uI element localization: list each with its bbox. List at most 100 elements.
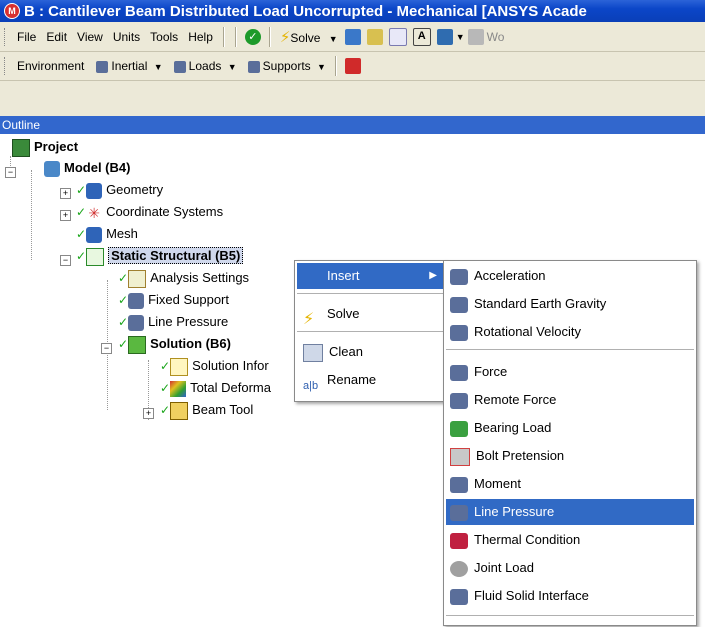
submenu-joint-load-label: Joint Load <box>474 560 534 575</box>
check-mark-icon: ✓ <box>160 381 171 395</box>
project-icon <box>12 138 30 157</box>
expand-geometry-toggle[interactable]: + <box>60 188 71 199</box>
submenu-arrow-icon: ▶ <box>429 270 437 281</box>
check-icon[interactable]: ✓ <box>244 29 261 45</box>
tree-item-analysis-settings-label: Analysis Settings <box>150 270 250 285</box>
force-icon <box>450 364 468 381</box>
submenu-standard-earth-gravity-label: Standard Earth Gravity <box>474 296 607 311</box>
solve-button[interactable]: ⚡Solve ▼ <box>276 28 342 46</box>
tree-item-solution-information[interactable]: ✓ Solution Infor <box>160 356 269 376</box>
context-menu-clean[interactable]: Clean <box>297 339 443 365</box>
submenu-force[interactable]: Force <box>446 359 694 385</box>
submenu-rotational-velocity[interactable]: Rotational Velocity <box>446 319 694 345</box>
inertial-dropdown[interactable]: Inertial ▼ <box>89 59 166 73</box>
inertial-label: Inertial <box>111 59 148 73</box>
environment-label: Environment <box>17 59 85 73</box>
dropdown-arrow-icon[interactable]: ▼ <box>329 34 338 44</box>
menu-separator <box>297 331 443 332</box>
expand-beam-tool-toggle[interactable]: + <box>143 408 154 419</box>
check-mark-icon: ✓ <box>118 315 129 329</box>
mechanical-app-icon[interactable]: M <box>4 3 20 19</box>
new-section-plane-icon[interactable] <box>388 28 407 46</box>
lightning-icon: ⚡ <box>279 29 291 46</box>
tree-item-project[interactable]: Project <box>12 137 78 157</box>
submenu-moment[interactable]: Moment <box>446 471 694 497</box>
submenu-moment-label: Moment <box>474 476 521 491</box>
context-menu-rename[interactable]: a|b Rename <box>297 367 443 393</box>
check-mark-icon: ✓ <box>118 293 129 307</box>
context-menu-insert[interactable]: Insert ▶ <box>297 263 443 289</box>
menu-separator <box>297 293 443 294</box>
thermal-condition-icon <box>450 532 468 549</box>
line-pressure-icon <box>128 314 145 331</box>
new-chart-icon[interactable] <box>366 29 383 45</box>
coordinate-axes-icon: ✳ <box>88 204 100 221</box>
new-figure-icon[interactable] <box>344 29 361 45</box>
tree-item-mesh[interactable]: ✓ Mesh <box>76 224 138 244</box>
submenu-standard-earth-gravity[interactable]: Standard Earth Gravity <box>446 291 694 317</box>
fluid-solid-interface-icon <box>450 588 468 605</box>
context-menu-solve[interactable]: ⚡ Solve <box>297 301 443 328</box>
tree-item-model[interactable]: Model (B4) <box>44 158 130 178</box>
toolbar-separator <box>334 56 337 76</box>
analysis-settings-icon <box>128 269 147 288</box>
tree-item-static-structural[interactable]: ✓ Static Structural (B5) <box>76 246 244 266</box>
submenu-thermal-condition[interactable]: Thermal Condition <box>446 527 694 553</box>
toolbar-grip[interactable] <box>4 28 8 46</box>
submenu-acceleration[interactable]: Acceleration <box>446 263 694 289</box>
tree-item-fixed-support[interactable]: ✓ Fixed Support <box>118 290 229 310</box>
menu-units[interactable]: Units <box>108 28 145 46</box>
worksheet-button-label[interactable]: Wo <box>487 30 505 44</box>
menu-file[interactable]: File <box>12 28 41 46</box>
submenu-joint-load[interactable]: Joint Load <box>446 555 694 581</box>
menu-help[interactable]: Help <box>183 28 218 46</box>
dropdown-arrow-icon: ▼ <box>317 62 326 72</box>
image-icon[interactable] <box>436 29 453 45</box>
tree-item-geometry[interactable]: ✓ Geometry <box>76 180 163 200</box>
loads-label: Loads <box>188 59 222 73</box>
menu-toolbar: File Edit View Units Tools Help ✓ ⚡Solve… <box>0 23 705 52</box>
supports-dropdown[interactable]: Supports ▼ <box>241 59 330 73</box>
submenu-fluid-solid-interface[interactable]: Fluid Solid Interface <box>446 583 694 609</box>
collapse-model-toggle[interactable]: − <box>5 167 16 178</box>
context-menu-clean-label: Clean <box>329 344 363 359</box>
tree-item-beam-tool[interactable]: ✓ Beam Tool <box>160 400 253 420</box>
toolbar-grip[interactable] <box>4 57 8 75</box>
tree-item-line-pressure[interactable]: ✓ Line Pressure <box>118 312 228 332</box>
tree-item-project-label: Project <box>34 139 79 154</box>
submenu-line-pressure[interactable]: Line Pressure <box>446 499 694 525</box>
menu-view[interactable]: View <box>72 28 108 46</box>
rename-icon: a|b <box>303 379 319 392</box>
submenu-remote-force[interactable]: Remote Force <box>446 387 694 413</box>
rotational-velocity-icon <box>450 324 468 341</box>
loads-icon <box>173 60 186 73</box>
tree-item-solution[interactable]: ✓ Solution (B6) <box>118 334 231 354</box>
tree-item-model-label: Model (B4) <box>64 160 131 175</box>
conversion-icon[interactable] <box>344 58 361 74</box>
submenu-rotational-velocity-label: Rotational Velocity <box>474 324 581 339</box>
menu-edit[interactable]: Edit <box>41 28 72 46</box>
environment-toolbar: Environment Inertial ▼ Loads ▼ Supports … <box>0 52 705 81</box>
menu-tools[interactable]: Tools <box>145 28 183 46</box>
collapse-solution-toggle[interactable]: − <box>101 343 112 354</box>
dropdown-arrow-icon[interactable]: ▼ <box>456 32 465 42</box>
tree-item-coordinate-systems[interactable]: ✓ ✳ Coordinate Systems <box>76 202 223 222</box>
window-title: B : Cantilever Beam Distributed Load Unc… <box>24 2 587 20</box>
expand-coordinate-systems-toggle[interactable]: + <box>60 210 71 221</box>
tree-item-total-deformation[interactable]: ✓ Total Deforma <box>160 378 271 398</box>
tree-item-coordinate-systems-label: Coordinate Systems <box>106 204 224 219</box>
collapse-static-structural-toggle[interactable]: − <box>60 255 71 266</box>
text-annotation-icon[interactable]: A <box>412 28 431 46</box>
context-menu-insert-label: Insert <box>327 268 360 283</box>
worksheet-icon[interactable] <box>467 29 484 45</box>
submenu-bearing-load[interactable]: Bearing Load <box>446 415 694 441</box>
submenu-bolt-pretension[interactable]: Bolt Pretension <box>446 443 694 469</box>
check-mark-icon: ✓ <box>160 359 171 373</box>
lightning-icon: ⚡ <box>303 310 315 328</box>
check-mark-icon: ✓ <box>118 271 129 285</box>
check-mark-icon: ✓ <box>76 249 87 263</box>
loads-dropdown[interactable]: Loads ▼ <box>167 59 241 73</box>
tree-item-analysis-settings[interactable]: ✓ Analysis Settings <box>118 268 249 288</box>
toolbar-separator <box>234 27 237 47</box>
solution-icon <box>128 335 147 354</box>
